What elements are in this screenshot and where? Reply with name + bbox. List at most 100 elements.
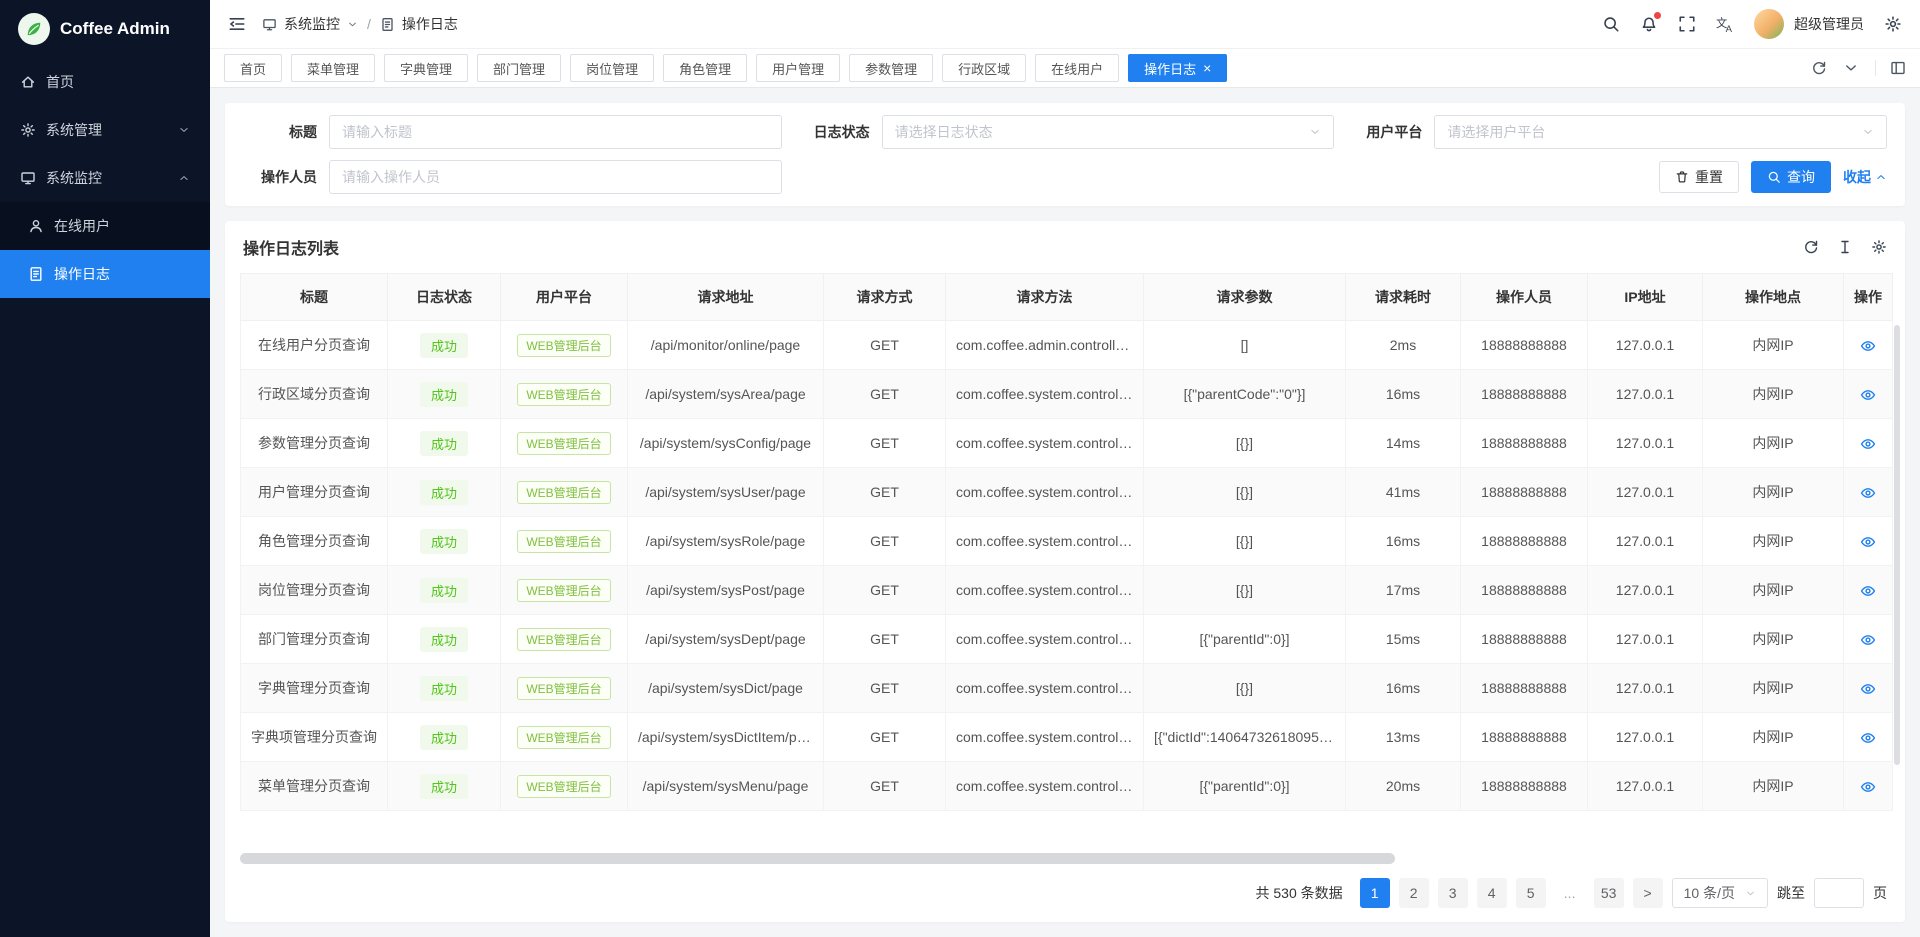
tabbar-tools xyxy=(1811,60,1906,76)
status-badge: 成功 xyxy=(420,333,468,358)
avatar[interactable] xyxy=(1754,9,1784,39)
sidebar-item-system-monitor[interactable]: 系统监控 xyxy=(0,154,210,202)
tab-行政区域[interactable]: 行政区域 xyxy=(942,54,1026,82)
tab-岗位管理[interactable]: 岗位管理 xyxy=(570,54,654,82)
tab-菜单管理[interactable]: 菜单管理 xyxy=(291,54,375,82)
filter-actions: 重置 查询 收起 xyxy=(1348,160,1887,194)
tab-部门管理[interactable]: 部门管理 xyxy=(477,54,561,82)
svg-text:A: A xyxy=(1726,24,1733,33)
page-button-53[interactable]: 53 xyxy=(1594,878,1624,908)
operator-input[interactable] xyxy=(329,160,782,194)
tab-close-icon[interactable]: × xyxy=(1203,61,1211,75)
cell-request-method: GET xyxy=(824,419,946,468)
view-detail-eye-icon[interactable] xyxy=(1860,730,1876,746)
breadcrumb-current: 操作日志 xyxy=(402,14,458,34)
sidebar-item-online-user[interactable]: 在线用户 xyxy=(0,202,210,250)
page-button-4[interactable]: 4 xyxy=(1477,878,1507,908)
filter-status-field: 日志状态 请选择日志状态 xyxy=(796,115,1335,149)
horizontal-scrollbar-thumb[interactable] xyxy=(240,853,1395,864)
cell-location: 内网IP xyxy=(1703,615,1844,664)
page-button-2[interactable]: 2 xyxy=(1399,878,1429,908)
tab-用户管理[interactable]: 用户管理 xyxy=(756,54,840,82)
filter-title-label: 标题 xyxy=(243,122,329,142)
main-area: 系统监控 / 操作日志 文A 超级管理员 首页菜单管理字典管理部门管理岗位管理角… xyxy=(210,0,1920,937)
density-icon[interactable] xyxy=(1837,239,1853,255)
cell-request-method: GET xyxy=(824,517,946,566)
breadcrumb-parent[interactable]: 系统监控 xyxy=(284,14,340,34)
reset-button[interactable]: 重置 xyxy=(1659,161,1739,193)
cell-actions xyxy=(1844,713,1893,762)
table-row: 部门管理分页查询成功WEB管理后台/api/system/sysDept/pag… xyxy=(241,615,1893,664)
tab-参数管理[interactable]: 参数管理 xyxy=(849,54,933,82)
topbar: 系统监控 / 操作日志 文A 超级管理员 xyxy=(210,0,1920,48)
cell-request-url: /api/monitor/online/page xyxy=(628,321,824,370)
settings-gear-icon[interactable] xyxy=(1884,15,1902,33)
fullscreen-icon[interactable] xyxy=(1678,15,1696,33)
user-platform-select[interactable]: 请选择用户平台 xyxy=(1434,115,1887,149)
search-icon[interactable] xyxy=(1602,15,1620,33)
page-button-3[interactable]: 3 xyxy=(1438,878,1468,908)
cell-title: 菜单管理分页查询 xyxy=(241,762,388,811)
tab-角色管理[interactable]: 角色管理 xyxy=(663,54,747,82)
cell-request-handler: com.coffee.system.controlle... xyxy=(946,419,1144,468)
sidebar-item-system-management[interactable]: 系统管理 xyxy=(0,106,210,154)
tab-字典管理[interactable]: 字典管理 xyxy=(384,54,468,82)
cell-operator: 18888888888 xyxy=(1461,713,1588,762)
table-row: 字典项管理分页查询成功WEB管理后台/api/system/sysDictIte… xyxy=(241,713,1893,762)
tab-在线用户[interactable]: 在线用户 xyxy=(1035,54,1119,82)
cell-operator: 18888888888 xyxy=(1461,566,1588,615)
notification-bell-icon[interactable] xyxy=(1640,15,1658,33)
username[interactable]: 超级管理员 xyxy=(1794,14,1864,34)
cell-duration: 13ms xyxy=(1346,713,1461,762)
tab-首页[interactable]: 首页 xyxy=(224,54,282,82)
view-detail-eye-icon[interactable] xyxy=(1860,779,1876,795)
view-detail-eye-icon[interactable] xyxy=(1860,632,1876,648)
vertical-scrollbar[interactable] xyxy=(1894,325,1900,765)
search-button[interactable]: 查询 xyxy=(1751,161,1831,193)
jump-page-input[interactable] xyxy=(1814,878,1864,908)
table-row: 菜单管理分页查询成功WEB管理后台/api/system/sysMenu/pag… xyxy=(241,762,1893,811)
cell-duration: 16ms xyxy=(1346,370,1461,419)
refresh-tabs-icon[interactable] xyxy=(1811,60,1827,76)
view-detail-eye-icon[interactable] xyxy=(1860,583,1876,599)
view-detail-eye-icon[interactable] xyxy=(1860,436,1876,452)
view-detail-eye-icon[interactable] xyxy=(1860,485,1876,501)
layout-toggle-icon[interactable] xyxy=(1875,60,1906,76)
sidebar-item-home[interactable]: 首页 xyxy=(0,58,210,106)
view-detail-eye-icon[interactable] xyxy=(1860,387,1876,403)
collapse-filters-link[interactable]: 收起 xyxy=(1843,167,1887,187)
table-settings-icon[interactable] xyxy=(1871,239,1887,255)
refresh-table-icon[interactable] xyxy=(1803,239,1819,255)
status-badge: 成功 xyxy=(420,578,468,603)
tab-options-chevron-icon[interactable] xyxy=(1843,60,1859,76)
translate-icon[interactable]: 文A xyxy=(1716,15,1734,33)
page-size-select[interactable]: 10 条/页 xyxy=(1672,878,1768,908)
cell-title: 字典项管理分页查询 xyxy=(241,713,388,762)
tab-操作日志[interactable]: 操作日志× xyxy=(1128,54,1227,82)
view-detail-eye-icon[interactable] xyxy=(1860,338,1876,354)
cell-duration: 15ms xyxy=(1346,615,1461,664)
cell-duration: 16ms xyxy=(1346,664,1461,713)
column-header: 操作人员 xyxy=(1461,274,1588,321)
view-detail-eye-icon[interactable] xyxy=(1860,534,1876,550)
sidebar-item-operation-log[interactable]: 操作日志 xyxy=(0,250,210,298)
log-status-select[interactable]: 请选择日志状态 xyxy=(882,115,1335,149)
cell-request-handler: com.coffee.system.controlle... xyxy=(946,713,1144,762)
view-detail-eye-icon[interactable] xyxy=(1860,681,1876,697)
title-input[interactable] xyxy=(329,115,782,149)
platform-tag: WEB管理后台 xyxy=(501,664,628,713)
column-header: 标题 xyxy=(241,274,388,321)
cell-request-params: [{}] xyxy=(1144,566,1346,615)
page-button-5[interactable]: 5 xyxy=(1516,878,1546,908)
table-wrap: 标题日志状态用户平台请求地址请求方式请求方法请求参数请求耗时操作人员IP地址操作… xyxy=(225,273,1905,811)
sidebar-collapse-icon[interactable] xyxy=(228,15,246,33)
status-badge: 成功 xyxy=(388,419,501,468)
next-page-button[interactable]: > xyxy=(1633,878,1663,908)
platform-tag: WEB管理后台 xyxy=(501,517,628,566)
page-button-1[interactable]: 1 xyxy=(1360,878,1390,908)
table-row: 角色管理分页查询成功WEB管理后台/api/system/sysRole/pag… xyxy=(241,517,1893,566)
breadcrumb-separator: / xyxy=(367,16,371,32)
tab-label: 参数管理 xyxy=(865,59,917,78)
cell-location: 内网IP xyxy=(1703,713,1844,762)
horizontal-scrollbar[interactable] xyxy=(240,853,1890,864)
